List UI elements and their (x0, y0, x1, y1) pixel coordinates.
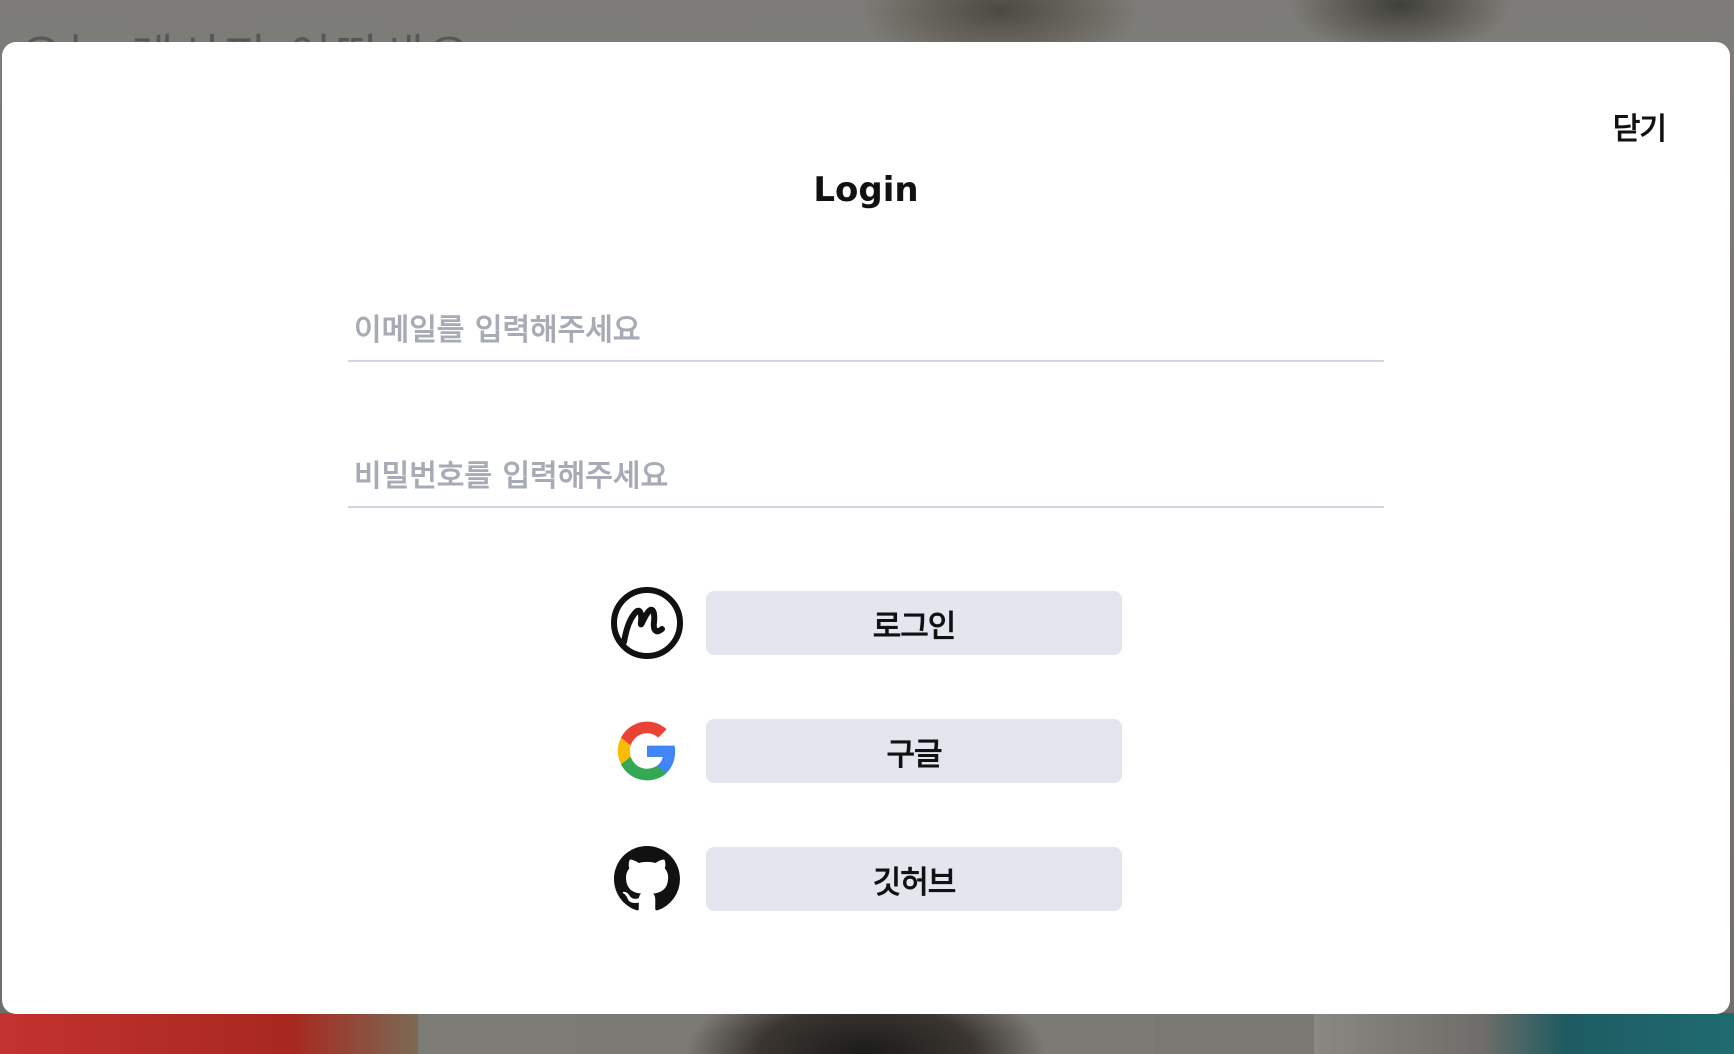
close-button[interactable]: 닫기 (1613, 104, 1667, 148)
google-login-button[interactable]: 구글 (706, 719, 1122, 783)
google-icon (610, 714, 684, 788)
password-field[interactable] (348, 446, 1384, 508)
background-food-image (0, 1013, 418, 1054)
login-row: 로그인 (610, 586, 1122, 660)
background-food-image (578, 1013, 1154, 1054)
google-login-row: 구글 (610, 714, 1122, 788)
github-login-row: 깃허브 (610, 842, 1122, 916)
background-food-strip (0, 1013, 1734, 1054)
github-icon (610, 842, 684, 916)
coinmarketcap-icon (610, 586, 684, 660)
github-login-button[interactable]: 깃허브 (706, 847, 1122, 911)
background-food-image (418, 1013, 578, 1054)
email-field[interactable] (348, 300, 1384, 362)
background-food-image (1314, 1013, 1734, 1054)
modal-title: Login (813, 170, 919, 210)
login-button[interactable]: 로그인 (706, 591, 1122, 655)
background-food-image (1154, 1013, 1314, 1054)
login-modal: 닫기 Login 로그인 구글 깃허브 (2, 42, 1730, 1014)
